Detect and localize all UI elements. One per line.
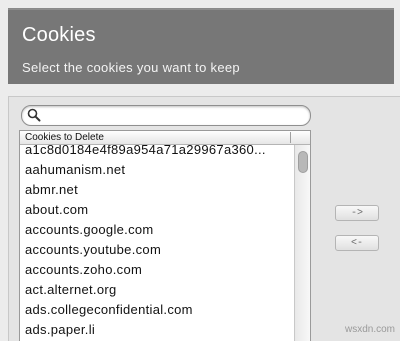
list-item[interactable]: a1c8d0184e4f89a954a71a29967a360... [20,145,294,160]
list-item[interactable]: ads.paper.li [20,320,294,340]
list-item[interactable]: act.alternet.org [20,280,294,300]
list-column-header[interactable]: Cookies to Delete [20,131,310,145]
cookie-list[interactable]: Cookies to Delete a1c8d0184e4f89a954a71a… [19,130,311,341]
column-divider [290,132,291,143]
list-item[interactable]: accounts.zoho.com [20,260,294,280]
list-scrollbar[interactable] [294,145,310,341]
list-rows: a1c8d0184e4f89a954a71a29967a360... aahum… [20,145,294,341]
cookies-dialog: Cookies Select the cookies you want to k… [0,0,400,341]
column-header-label: Cookies to Delete [25,132,104,143]
move-left-button[interactable]: <- [335,235,379,251]
cookie-panel: Cookies to Delete a1c8d0184e4f89a954a71a… [8,96,400,341]
search-field[interactable] [21,105,311,126]
move-right-button[interactable]: -> [335,205,379,221]
page-subtitle: Select the cookies you want to keep [22,60,240,75]
list-item[interactable]: about.com [20,200,294,220]
list-item[interactable]: aahumanism.net [20,160,294,180]
page-title: Cookies [22,24,96,46]
watermark: wsxdn.com [344,324,395,335]
list-item[interactable]: abmr.net [20,180,294,200]
list-item[interactable]: ads.collegeconfidential.com [20,300,294,320]
dialog-header: Cookies Select the cookies you want to k… [8,8,394,84]
list-item[interactable]: accounts.google.com [20,220,294,240]
scrollbar-thumb[interactable] [298,151,308,173]
list-item[interactable]: accounts.youtube.com [20,240,294,260]
search-icon [27,108,41,122]
search-input[interactable] [44,107,302,123]
